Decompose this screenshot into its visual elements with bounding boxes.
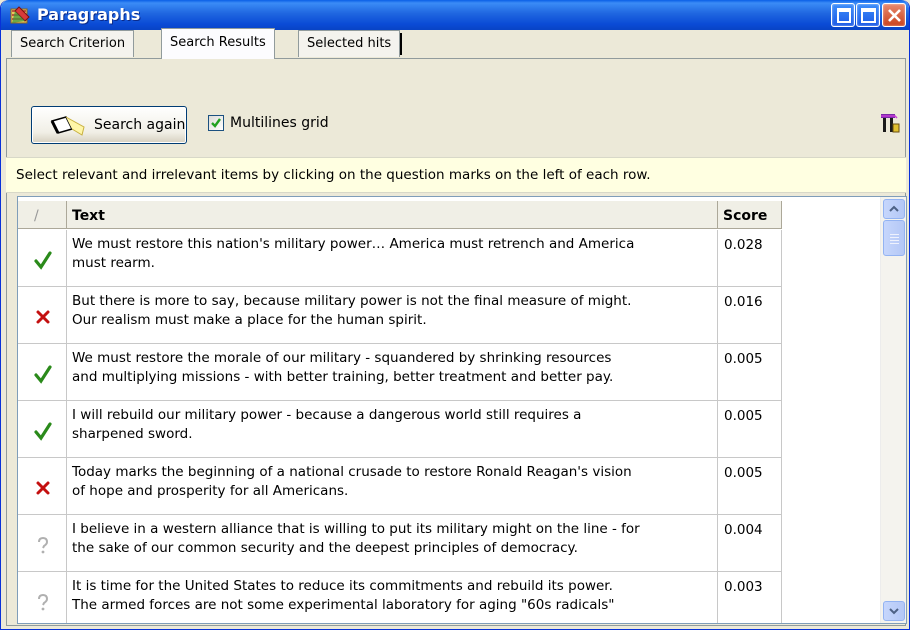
- score-cell: 0.005: [718, 401, 782, 457]
- text-line: the sake of our common security and the …: [72, 540, 578, 556]
- tab-search-results[interactable]: Search Results: [161, 28, 275, 59]
- tab-edge-divider: [400, 33, 403, 55]
- checkbox-box[interactable]: [208, 115, 224, 131]
- maximize-button[interactable]: [856, 3, 880, 27]
- scroll-down-button[interactable]: [883, 601, 905, 621]
- scroll-thumb[interactable]: [883, 220, 905, 256]
- scroll-up-button[interactable]: [883, 199, 905, 219]
- text-cell: I will rebuild our military power - beca…: [67, 401, 718, 457]
- checkmark-icon[interactable]: [34, 421, 52, 441]
- text-line: and multiplying missions - with better t…: [72, 369, 614, 385]
- text-line: must rearm.: [72, 255, 155, 271]
- text-line: We must restore this nation's military p…: [72, 236, 635, 252]
- window-title: Paragraphs: [37, 5, 141, 24]
- score-column-header[interactable]: Score: [718, 201, 782, 229]
- title-bar[interactable]: Paragraphs: [1, 0, 909, 30]
- text-line: We must restore the morale of our milita…: [72, 350, 612, 366]
- text-line: of hope and prosperity for all Americans…: [72, 483, 349, 499]
- text-cell: I believe in a western alliance that is …: [67, 515, 718, 571]
- table-row[interactable]: I will rebuild our military power - beca…: [18, 401, 782, 458]
- text-cell: Today marks the beginning of a national …: [67, 458, 718, 514]
- score-cell: 0.028: [718, 230, 782, 286]
- text-cell: We must restore the morale of our milita…: [67, 344, 718, 400]
- mark-cell[interactable]: [18, 458, 67, 514]
- text-line: The armed forces are not some experiment…: [72, 597, 615, 613]
- paragraphs-window: Paragraphs Search Criterion Selected hit…: [0, 0, 910, 630]
- maximize-icon: [861, 8, 876, 23]
- search-again-label: Search again: [94, 117, 186, 133]
- score-cell: 0.005: [718, 458, 782, 514]
- tab-label: Search Criterion: [20, 36, 126, 51]
- table-row[interactable]: We must restore this nation's military p…: [18, 230, 782, 287]
- close-button[interactable]: [882, 3, 906, 27]
- flashlight-icon: [50, 116, 85, 136]
- table-row[interactable]: We must restore the morale of our milita…: [18, 344, 782, 401]
- mark-cell[interactable]: [18, 230, 67, 286]
- text-line: I will rebuild our military power - beca…: [72, 407, 582, 423]
- minimize-icon: [837, 8, 851, 23]
- multilines-grid-label: Multilines grid: [230, 115, 329, 131]
- mark-cell[interactable]: [18, 401, 67, 457]
- table-row[interactable]: Today marks the beginning of a national …: [18, 458, 782, 515]
- score-cell: 0.016: [718, 287, 782, 343]
- table-row[interactable]: It is time for the United States to redu…: [18, 572, 782, 623]
- text-column-header[interactable]: Text: [67, 201, 718, 229]
- score-cell: 0.003: [718, 572, 782, 623]
- text-cell: But there is more to say, because milita…: [67, 287, 718, 343]
- cross-icon[interactable]: [34, 478, 52, 498]
- mark-cell[interactable]: [18, 515, 67, 571]
- mark-cell[interactable]: [18, 572, 67, 623]
- chevron-up-icon: [889, 205, 899, 212]
- info-message: Select relevant and irrelevant items by …: [6, 157, 906, 193]
- text-line: sharpened sword.: [72, 426, 193, 442]
- score-cell: 0.005: [718, 344, 782, 400]
- tab-selected-hits[interactable]: Selected hits: [298, 30, 403, 57]
- cross-icon[interactable]: [34, 307, 52, 327]
- checkmark-icon[interactable]: [34, 364, 52, 384]
- paragraphs-app-icon: [10, 6, 30, 24]
- text-line: Our realism must make a place for the hu…: [72, 312, 427, 328]
- vertical-scrollbar[interactable]: [880, 197, 906, 623]
- search-again-button[interactable]: Search again: [31, 106, 187, 144]
- table-row[interactable]: I believe in a western alliance that is …: [18, 515, 782, 572]
- grid-header: / Text Score: [18, 201, 782, 229]
- mark-cell[interactable]: [18, 344, 67, 400]
- table-row[interactable]: But there is more to say, because milita…: [18, 287, 782, 344]
- run-icon[interactable]: [877, 110, 903, 136]
- question-mark-icon[interactable]: [34, 535, 52, 555]
- close-icon: [888, 9, 901, 22]
- results-grid: / Text Score We must restore this nation…: [17, 196, 907, 624]
- mark-cell[interactable]: [18, 287, 67, 343]
- text-cell: It is time for the United States to redu…: [67, 572, 718, 623]
- text-line: But there is more to say, because milita…: [72, 293, 632, 309]
- score-cell: 0.004: [718, 515, 782, 571]
- tab-label: Selected hits: [307, 36, 392, 51]
- text-cell: We must restore this nation's military p…: [67, 230, 718, 286]
- chevron-down-icon: [889, 608, 899, 615]
- checkmark-icon: [211, 118, 221, 128]
- text-line: It is time for the United States to redu…: [72, 578, 613, 594]
- text-line: Today marks the beginning of a national …: [72, 464, 632, 480]
- checkmark-icon[interactable]: [34, 250, 52, 270]
- minimize-button[interactable]: [831, 3, 855, 27]
- text-line: I believe in a western alliance that is …: [72, 521, 640, 537]
- question-mark-icon[interactable]: [34, 592, 52, 612]
- tab-search-criterion[interactable]: Search Criterion: [11, 30, 135, 57]
- tab-label: Search Results: [170, 35, 266, 50]
- mark-column-header[interactable]: /: [18, 201, 67, 229]
